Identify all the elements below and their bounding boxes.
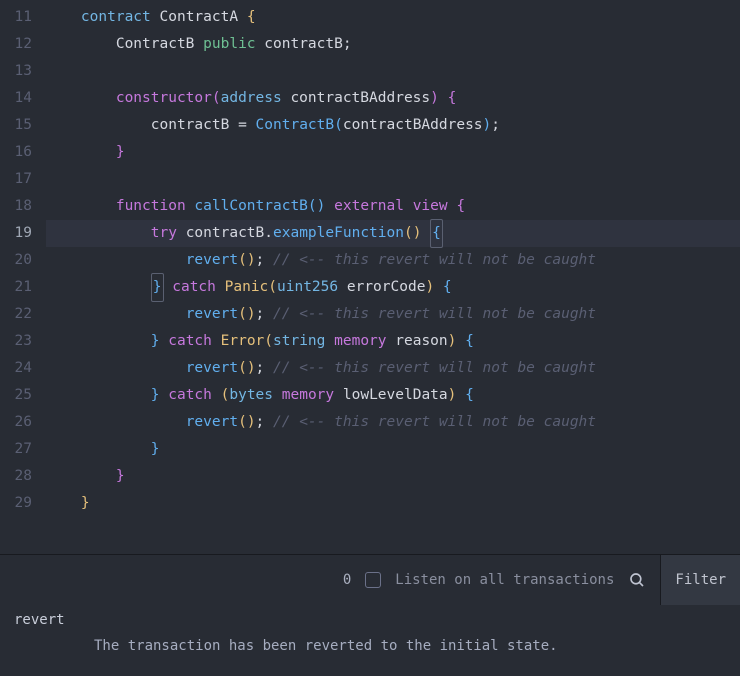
transaction-toolbar: 0 Listen on all transactions Filter xyxy=(0,554,740,604)
code-line[interactable]: revert(); // <-- this revert will not be… xyxy=(46,301,740,328)
line-number: 13 xyxy=(0,58,32,85)
line-number-gutter: 11 12 13 14 15 16 17 18 19 20 21 22 23 2… xyxy=(0,4,46,554)
line-number-current: 19 xyxy=(0,220,32,247)
line-number: 21 xyxy=(0,274,32,301)
line-number: 25 xyxy=(0,382,32,409)
transaction-count: 0 xyxy=(343,572,351,588)
line-number: 24 xyxy=(0,355,32,382)
line-number: 20 xyxy=(0,247,32,274)
code-line[interactable] xyxy=(46,166,740,193)
line-number: 18 xyxy=(0,193,32,220)
filter-label: Filter xyxy=(675,572,726,588)
line-number: 12 xyxy=(0,31,32,58)
line-number: 15 xyxy=(0,112,32,139)
code-line[interactable]: revert(); // <-- this revert will not be… xyxy=(46,355,740,382)
console-error-message: The transaction has been reverted to the… xyxy=(14,638,726,654)
code-line[interactable]: revert(); // <-- this revert will not be… xyxy=(46,247,740,274)
line-number: 26 xyxy=(0,409,32,436)
code-line[interactable] xyxy=(46,58,740,85)
line-number: 17 xyxy=(0,166,32,193)
code-editor[interactable]: 11 12 13 14 15 16 17 18 19 20 21 22 23 2… xyxy=(0,0,740,554)
code-line[interactable]: } xyxy=(46,139,740,166)
console-error-title: revert xyxy=(14,612,726,628)
code-line[interactable]: constructor(address contractBAddress) { xyxy=(46,85,740,112)
code-line[interactable]: contractB = ContractB(contractBAddress); xyxy=(46,112,740,139)
line-number: 22 xyxy=(0,301,32,328)
line-number: 27 xyxy=(0,436,32,463)
listen-all-checkbox[interactable] xyxy=(365,572,381,588)
code-line[interactable]: } xyxy=(46,490,740,517)
line-number: 16 xyxy=(0,139,32,166)
code-line[interactable]: function callContractB() external view { xyxy=(46,193,740,220)
code-line[interactable]: } catch (bytes memory lowLevelData) { xyxy=(46,382,740,409)
line-number: 28 xyxy=(0,463,32,490)
code-line[interactable]: } xyxy=(46,436,740,463)
line-number: 23 xyxy=(0,328,32,355)
code-line[interactable]: ContractB public contractB; xyxy=(46,31,740,58)
code-line[interactable]: } catch Panic(uint256 errorCode) { xyxy=(46,274,740,301)
listen-all-label: Listen on all transactions xyxy=(395,572,614,588)
console-output: revert The transaction has been reverted… xyxy=(0,604,740,654)
code-line[interactable]: } catch Error(string memory reason) { xyxy=(46,328,740,355)
line-number: 29 xyxy=(0,490,32,517)
search-icon[interactable] xyxy=(628,571,646,589)
code-content[interactable]: contract ContractA { ContractB public co… xyxy=(46,4,740,554)
code-line[interactable]: contract ContractA { xyxy=(46,4,740,31)
code-line[interactable]: } xyxy=(46,463,740,490)
code-line-active[interactable]: try contractB.exampleFunction() { xyxy=(46,220,740,247)
filter-button[interactable]: Filter xyxy=(660,555,740,605)
code-line[interactable]: revert(); // <-- this revert will not be… xyxy=(46,409,740,436)
line-number: 14 xyxy=(0,85,32,112)
line-number: 11 xyxy=(0,4,32,31)
